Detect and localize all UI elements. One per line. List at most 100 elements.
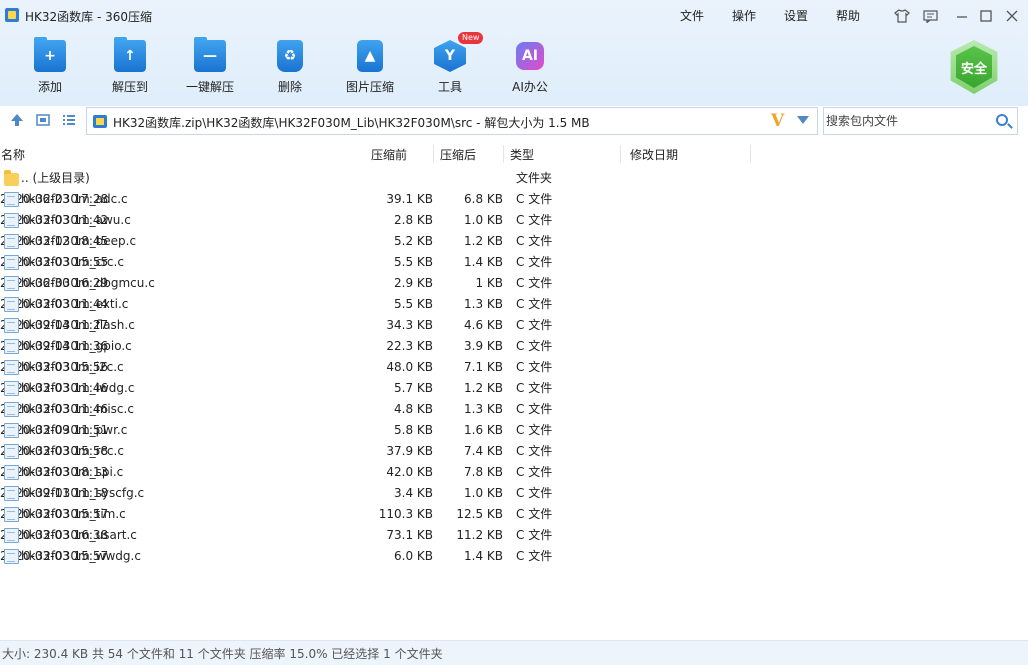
c-file-icon (4, 444, 19, 459)
file-size: 3.4 KB (394, 486, 433, 500)
thumbnail-view-icon[interactable] (34, 113, 52, 129)
address-dropdown-icon[interactable] (797, 116, 809, 124)
column-divider (503, 145, 504, 163)
file-name: hk32f030m_misc.c (21, 402, 134, 416)
extract-to-button[interactable]: ↑ 解压到 (98, 37, 162, 98)
file-name: hk32f030m_rcc.c (21, 444, 124, 458)
one-click-extract-button[interactable]: — 一键解压 (178, 37, 242, 98)
file-type: C 文件 (516, 339, 553, 353)
status-bar: 大小: 230.4 KB 共 54 个文件和 11 个文件夹 压缩率 15.0%… (0, 640, 1028, 665)
parent-folder-row[interactable]: .. (上级目录) 文件夹 (0, 168, 760, 189)
file-name: hk32f030m_exti.c (21, 297, 129, 311)
file-type: C 文件 (516, 402, 553, 416)
file-name: hk32f030m_syscfg.c (21, 486, 145, 500)
column-size[interactable]: 压缩前 (371, 145, 407, 165)
title-bar: HK32函数库 - 360压缩 文件 操作 设置 帮助 (0, 0, 1028, 32)
tools-label: 工具 (437, 80, 462, 94)
c-file-icon (4, 318, 19, 333)
c-file-icon (4, 528, 19, 543)
column-modified[interactable]: 修改日期 (630, 145, 678, 165)
c-file-icon (4, 360, 19, 375)
image-compress-button[interactable]: ▲ 图片压缩 (338, 38, 402, 98)
table-row[interactable]: hk32f030m_misc.c 4.8 KB 1.3 KB C 文件 2020-03-… (0, 399, 760, 420)
status-text: 大小: 230.4 KB 共 54 个文件和 11 个文件夹 压缩率 15.0%… (2, 647, 443, 661)
image-compress-label: 图片压缩 (345, 80, 394, 94)
file-packed-size: 1.2 KB (464, 381, 503, 395)
delete-label: 删除 (277, 80, 302, 94)
table-row[interactable]: hk32f030m_syscfg.c 3.4 KB 1.0 KB C 文件 2020-0… (0, 483, 760, 504)
file-type: C 文件 (516, 255, 553, 269)
table-row[interactable]: hk32f030m_adc.c 39.1 KB 6.8 KB C 文件 2020-06-… (0, 189, 760, 210)
file-size: 39.1 KB (386, 192, 433, 206)
ai-office-button[interactable]: AI AI办公 (498, 38, 562, 98)
security-label: 安全 (956, 46, 992, 88)
c-file-icon (4, 549, 19, 564)
file-size: 34.3 KB (386, 318, 433, 332)
file-size: 42.0 KB (386, 465, 433, 479)
file-packed-size: 1 KB (475, 276, 503, 290)
table-row[interactable]: hk32f030m_beep.c 5.2 KB 1.2 KB C 文件 2020-03-… (0, 231, 760, 252)
file-type: C 文件 (516, 192, 553, 206)
file-list: .. (上级目录) 文件夹 hk32f030m_adc.c 39.1 KB 6.8 KB… (0, 168, 760, 567)
skin-icon[interactable] (892, 6, 912, 26)
close-icon[interactable] (1002, 6, 1022, 26)
search-box[interactable] (823, 107, 1018, 135)
table-row[interactable]: hk32f030m_iwdg.c 5.7 KB 1.2 KB C 文件 2020-03-… (0, 378, 760, 399)
window-title: HK32函数库 - 360压缩 (25, 10, 153, 24)
security-shield[interactable]: 安全 (950, 40, 998, 94)
file-type: C 文件 (516, 276, 553, 290)
file-type: C 文件 (516, 486, 553, 500)
file-name: hk32f030m_spi.c (21, 465, 124, 479)
address-path: HK32函数库.zip\HK32函数库\HK32F030M_Lib\HK32F0… (113, 116, 590, 130)
file-type: C 文件 (516, 507, 553, 521)
table-row[interactable]: hk32f030m_flash.c 34.3 KB 4.6 KB C 文件 2020-0… (0, 315, 760, 336)
table-row[interactable]: hk32f030m_i2c.c 48.0 KB 7.1 KB C 文件 2020-03-… (0, 357, 760, 378)
table-row[interactable]: hk32f030m_gpio.c 22.3 KB 3.9 KB C 文件 2020-09… (0, 336, 760, 357)
file-size: 5.8 KB (394, 423, 433, 437)
file-size: 5.5 KB (394, 297, 433, 311)
table-row[interactable]: hk32f030m_spi.c 42.0 KB 7.8 KB C 文件 2020-03-… (0, 462, 760, 483)
c-file-icon (4, 297, 19, 312)
address-bar[interactable]: HK32函数库.zip\HK32函数库\HK32F030M_Lib\HK32F0… (86, 107, 818, 135)
column-type[interactable]: 类型 (510, 145, 534, 165)
file-packed-size: 7.4 KB (464, 444, 503, 458)
column-packed[interactable]: 压缩后 (440, 145, 476, 165)
menu-help[interactable]: 帮助 (836, 7, 860, 24)
table-row[interactable]: hk32f030m_exti.c 5.5 KB 1.3 KB C 文件 2020-03-… (0, 294, 760, 315)
table-row[interactable]: hk32f030m_rcc.c 37.9 KB 7.4 KB C 文件 2020-03-… (0, 441, 760, 462)
feedback-icon[interactable] (920, 6, 940, 26)
file-size: 4.8 KB (394, 402, 433, 416)
minimize-icon[interactable] (952, 6, 972, 26)
file-name: hk32f030m_gpio.c (21, 339, 132, 353)
maximize-icon[interactable] (976, 6, 996, 26)
search-icon[interactable] (996, 114, 1008, 126)
menu-file[interactable]: 文件 (680, 7, 704, 24)
search-input[interactable] (826, 112, 986, 130)
verified-v-icon[interactable]: V (771, 111, 784, 131)
archive-icon (93, 115, 107, 128)
table-row[interactable]: hk32f030m_tim.c 110.3 KB 12.5 KB C 文件 2020-0… (0, 504, 760, 525)
column-name[interactable]: 名称 (1, 145, 25, 165)
table-row[interactable]: hk32f030m_pwr.c 5.8 KB 1.6 KB C 文件 2020-03-0… (0, 420, 760, 441)
table-row[interactable]: hk32f030m_dbgmcu.c 2.9 KB 1 KB C 文件 2020-06-… (0, 273, 760, 294)
table-row[interactable]: hk32f030m_usart.c 73.1 KB 11.2 KB C 文件 2020-… (0, 525, 760, 546)
add-button[interactable]: + 添加 (18, 37, 82, 98)
new-badge: New (458, 32, 484, 44)
c-file-icon (4, 234, 19, 249)
file-type: C 文件 (516, 360, 553, 374)
list-view-icon[interactable] (60, 113, 78, 129)
delete-button[interactable]: ♻ 删除 (258, 38, 322, 98)
up-level-icon[interactable] (8, 113, 26, 129)
tools-button[interactable]: Y New 工具 (418, 32, 484, 98)
table-row[interactable]: hk32f030m_wwdg.c 6.0 KB 1.4 KB C 文件 2020-03-… (0, 546, 760, 567)
table-row[interactable]: hk32f030m_awu.c 2.8 KB 1.0 KB C 文件 2020-03-0… (0, 210, 760, 231)
file-packed-size: 6.8 KB (464, 192, 503, 206)
menu-settings[interactable]: 设置 (784, 7, 808, 24)
menu-operation[interactable]: 操作 (732, 7, 756, 24)
file-name: hk32f030m_crc.c (21, 255, 124, 269)
extract-to-label: 解压到 (111, 80, 148, 94)
table-row[interactable]: hk32f030m_crc.c 5.5 KB 1.4 KB C 文件 2020-03-0… (0, 252, 760, 273)
file-packed-size: 7.1 KB (464, 360, 503, 374)
image-compress-icon: ▲ (357, 40, 383, 72)
one-click-extract-label: 一键解压 (185, 80, 234, 94)
